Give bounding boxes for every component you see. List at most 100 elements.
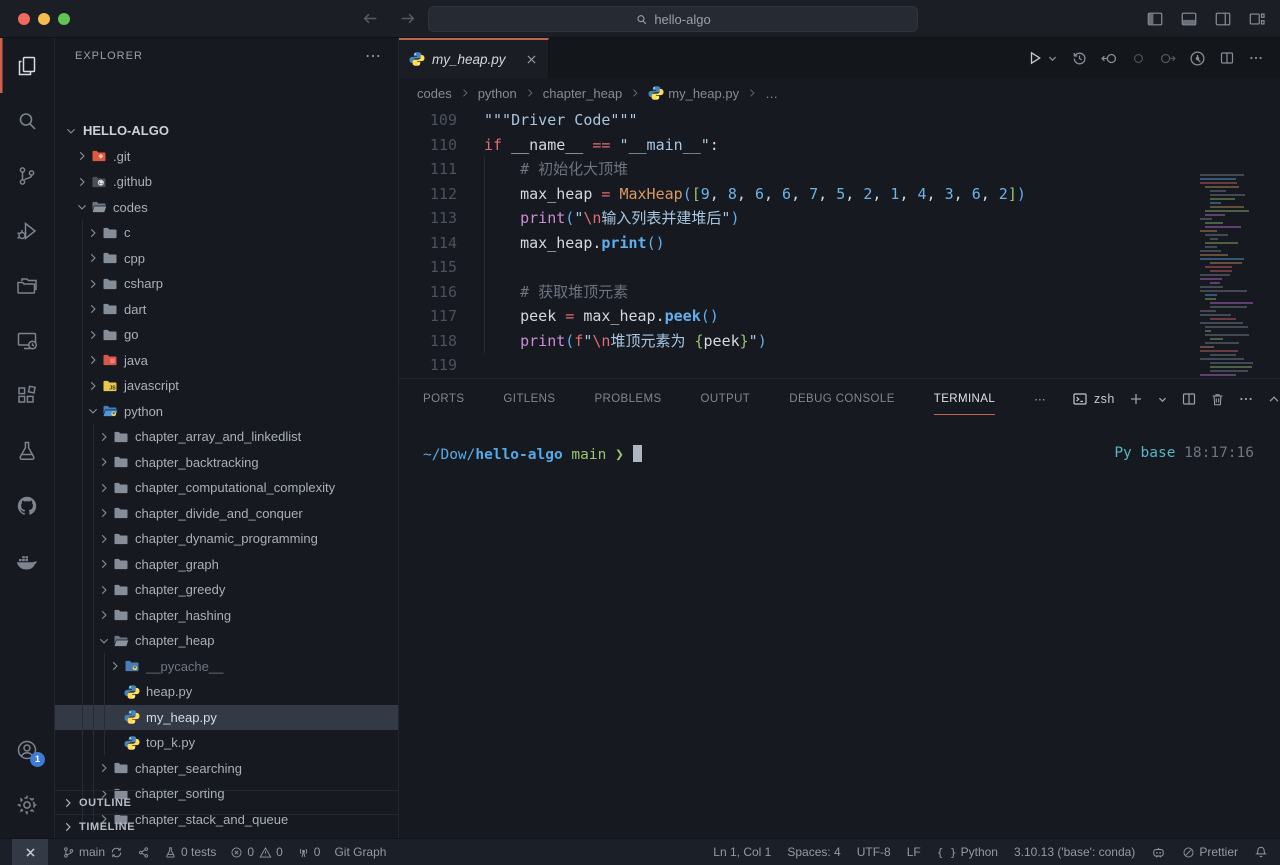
panel-tabs-more-icon[interactable]: ⋯ — [1034, 392, 1046, 406]
activity-extensions[interactable] — [0, 368, 54, 423]
status-indentation[interactable]: Spaces: 4 — [787, 845, 840, 859]
panel-tab-ports[interactable]: PORTS — [423, 393, 464, 405]
split-editor-icon[interactable] — [1219, 50, 1235, 66]
panel-tab-debug-console[interactable]: DEBUG CONSOLE — [789, 393, 895, 405]
minimize-button[interactable] — [38, 13, 50, 25]
close-tab-icon[interactable] — [525, 53, 538, 66]
tree-item-chapter_greedy[interactable]: chapter_greedy — [55, 577, 398, 603]
panel-tab-gitlens[interactable]: GITLENS — [503, 393, 555, 405]
status-remote[interactable] — [12, 839, 48, 865]
toggle-secondary-sidebar-icon[interactable] — [1214, 10, 1232, 28]
split-terminal-icon[interactable] — [1181, 391, 1197, 407]
tree-item-chapter_searching[interactable]: chapter_searching — [55, 756, 398, 782]
tree-item-heap.py[interactable]: heap.py — [55, 679, 398, 705]
activity-source-control[interactable] — [0, 148, 54, 203]
customize-layout-icon[interactable] — [1248, 10, 1266, 28]
status-cursor-position[interactable]: Ln 1, Col 1 — [713, 845, 771, 859]
terminal-dropdown-icon[interactable] — [1157, 394, 1168, 405]
panel-tab-terminal[interactable]: TERMINAL — [934, 393, 995, 405]
file-history-icon[interactable] — [1071, 50, 1088, 67]
tree-item-chapter_computational_complexity[interactable]: chapter_computational_complexity — [55, 475, 398, 501]
maximize-panel-icon[interactable] — [1267, 392, 1280, 406]
tree-item-top_k.py[interactable]: top_k.py — [55, 730, 398, 756]
toggle-primary-sidebar-icon[interactable] — [1146, 10, 1164, 28]
commit-graph-icon[interactable] — [1189, 50, 1206, 67]
status-commit-graph[interactable] — [137, 846, 150, 859]
breadcrumb-item[interactable]: codes — [417, 86, 452, 101]
tree-item-csharp[interactable]: csharp — [55, 271, 398, 297]
status-git-branch[interactable]: main — [62, 845, 123, 859]
activity-remote-explorer[interactable] — [0, 313, 54, 368]
tree-item-.github[interactable]: .github — [55, 169, 398, 195]
tree-item-__pycache__[interactable]: __pycache__ — [55, 654, 398, 680]
tree-item-javascript[interactable]: JSjavascript — [55, 373, 398, 399]
status-language-mode[interactable]: { }Python — [937, 845, 998, 859]
toggle-panel-icon[interactable] — [1180, 10, 1198, 28]
run-dropdown-icon[interactable] — [1047, 53, 1058, 64]
breadcrumb-item[interactable]: python — [478, 86, 517, 101]
activity-run-and-debug[interactable] — [0, 203, 54, 258]
close-button[interactable] — [18, 13, 30, 25]
tree-item-my_heap.py[interactable]: my_heap.py — [55, 705, 398, 731]
tree-item-chapter_heap[interactable]: chapter_heap — [55, 628, 398, 654]
open-changes-icon[interactable] — [1131, 51, 1146, 66]
activity-settings[interactable] — [0, 777, 54, 832]
status-copilot[interactable] — [1151, 845, 1166, 860]
status-eol[interactable]: LF — [907, 845, 921, 859]
breadcrumb-item[interactable]: my_heap.py — [648, 85, 739, 101]
panel-tab-output[interactable]: OUTPUT — [701, 393, 751, 405]
go-back-icon[interactable] — [362, 10, 379, 27]
explorer-more-icon[interactable]: ⋯ — [365, 46, 382, 66]
activity-testing[interactable] — [0, 423, 54, 478]
sidebar-section-outline[interactable]: OUTLINE — [55, 790, 398, 814]
tree-item-chapter_graph[interactable]: chapter_graph — [55, 552, 398, 578]
tree-item-.git[interactable]: .git — [55, 144, 398, 170]
tree-item-chapter_hashing[interactable]: chapter_hashing — [55, 603, 398, 629]
tree-item-codes[interactable]: codes — [55, 195, 398, 221]
tree-item-python[interactable]: python — [55, 399, 398, 425]
panel-tab-problems[interactable]: PROBLEMS — [594, 393, 661, 405]
tree-item-go[interactable]: go — [55, 322, 398, 348]
status-python-interpreter[interactable]: 3.10.13 ('base': conda) — [1014, 845, 1135, 859]
open-changes-prev-icon[interactable] — [1101, 50, 1118, 67]
activity-search[interactable] — [0, 93, 54, 148]
tree-item-chapter_array_and_linkedlist[interactable]: chapter_array_and_linkedlist — [55, 424, 398, 450]
tree-item-cpp[interactable]: cpp — [55, 246, 398, 272]
tree-item-chapter_divide_and_conquer[interactable]: chapter_divide_and_conquer — [55, 501, 398, 527]
activity-explorer[interactable] — [0, 38, 54, 93]
panel-more-icon[interactable] — [1238, 391, 1254, 407]
status-git-graph[interactable]: Git Graph — [334, 845, 386, 859]
command-center[interactable]: hello-algo — [428, 6, 918, 32]
shell-selector[interactable]: zsh — [1072, 391, 1115, 407]
status-prettier[interactable]: Prettier — [1182, 845, 1238, 859]
activity-folders[interactable] — [0, 258, 54, 313]
tree-item-chapter_dynamic_programming[interactable]: chapter_dynamic_programming — [55, 526, 398, 552]
tree-item-chapter_backtracking[interactable]: chapter_backtracking — [55, 450, 398, 476]
status-notifications[interactable] — [1254, 845, 1268, 859]
breadcrumb-item[interactable]: chapter_heap — [543, 86, 623, 101]
sidebar-section-timeline[interactable]: TIMELINE — [55, 814, 398, 838]
tree-item-dart[interactable]: dart — [55, 297, 398, 323]
code-editor[interactable]: 109"""Driver Code"""110if __name__ == "_… — [399, 108, 1280, 378]
tree-item-java[interactable]: java — [55, 348, 398, 374]
breadcrumb-item[interactable]: … — [765, 86, 778, 101]
status-problems[interactable]: 00 — [230, 845, 282, 859]
minimap[interactable] — [1200, 172, 1266, 378]
activity-docker[interactable] — [0, 533, 54, 588]
status-encoding[interactable]: UTF-8 — [857, 845, 891, 859]
status-tests[interactable]: 0 tests — [164, 845, 216, 859]
activity-accounts[interactable]: 1 — [0, 722, 54, 777]
open-changes-next-icon[interactable] — [1159, 50, 1176, 67]
zoom-button[interactable] — [58, 13, 70, 25]
tree-item-c[interactable]: c — [55, 220, 398, 246]
kill-terminal-icon[interactable] — [1210, 392, 1225, 407]
status-ports[interactable]: 0 — [297, 845, 321, 859]
activity-github[interactable] — [0, 478, 54, 533]
terminal[interactable]: ~/Dow/hello-algo main ❯ Py base 18:17:16 — [399, 419, 1280, 463]
run-python-file-icon[interactable] — [1027, 50, 1043, 66]
tree-item-HELLO-ALGO[interactable]: HELLO-ALGO — [55, 118, 398, 144]
more-actions-icon[interactable] — [1248, 50, 1264, 66]
go-forward-icon[interactable] — [399, 10, 416, 27]
new-terminal-icon[interactable] — [1128, 391, 1144, 407]
tab-my-heap[interactable]: my_heap.py — [399, 38, 549, 78]
